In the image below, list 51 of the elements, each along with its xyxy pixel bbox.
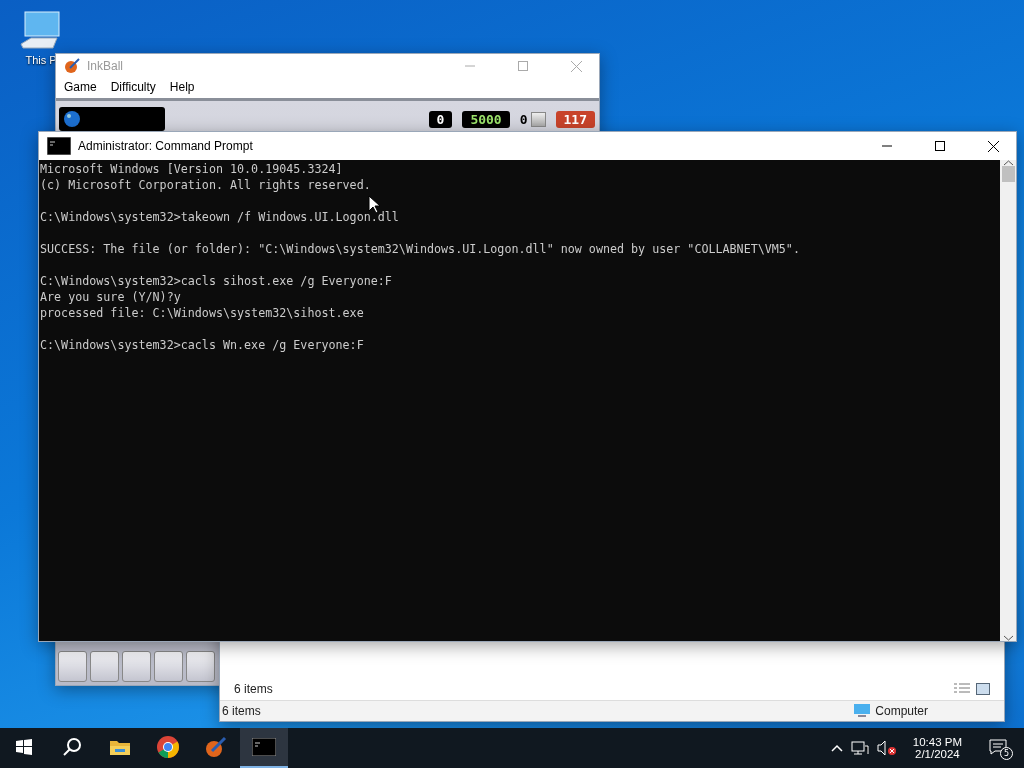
console-line: Microsoft Windows [Version 10.0.19045.3324] xyxy=(40,161,344,177)
scroll-up-icon[interactable] xyxy=(1003,160,1013,166)
game-tile xyxy=(58,651,87,682)
counter: 0 xyxy=(428,110,453,128)
game-tile xyxy=(90,651,119,682)
ball-and-pen-icon xyxy=(204,735,228,759)
console-line: processed file: C:\Windows\system32\sihost.exe xyxy=(40,305,365,321)
muted-speaker-icon[interactable] xyxy=(876,740,897,756)
search-icon[interactable] xyxy=(62,737,82,757)
menu-item[interactable]: Help xyxy=(169,80,195,94)
network-icon[interactable] xyxy=(850,740,869,756)
scroll-down-icon[interactable] xyxy=(1003,635,1013,641)
computer-icon[interactable] xyxy=(19,10,63,52)
console-line: C:\Windows\system32>cacls sihost.exe /g Everyone:F xyxy=(40,273,393,289)
counter: 0 xyxy=(519,111,528,127)
terminal-icon xyxy=(47,137,71,155)
location-text: Computer xyxy=(875,704,928,718)
window-title: InkBall xyxy=(87,59,125,73)
action-center-button[interactable]: 5 xyxy=(978,728,1018,768)
computer-icon xyxy=(853,704,872,718)
large-icons-view-icon[interactable] xyxy=(976,683,990,695)
console-line: SUCCESS: The file (or folder): "C:\Windows\system32\Windows.UI.Logon.dll" now owned by user "COLLABNET\VM5". xyxy=(40,241,801,257)
taskbar-app-button[interactable] xyxy=(240,728,288,768)
game-tile xyxy=(122,651,151,682)
ball-icon xyxy=(63,110,81,128)
folder-icon xyxy=(109,738,131,756)
windows-logo-icon[interactable] xyxy=(16,739,32,755)
tile-icon xyxy=(530,111,546,127)
window-title: Administrator: Command Prompt xyxy=(78,139,254,153)
menu-item[interactable]: Difficulty xyxy=(110,80,156,94)
console-line: C:\Windows\system32>takeown /f Windows.UI.Logon.dll xyxy=(40,209,400,225)
counter: 117 xyxy=(555,110,595,128)
clock[interactable]: 10:43 PM 2/1/2024 xyxy=(904,736,970,760)
item-count: 6 items xyxy=(234,682,273,696)
status-text: 6 items xyxy=(222,704,261,718)
terminal-icon xyxy=(252,738,276,756)
maximize-icon[interactable] xyxy=(935,141,945,151)
console-line: Are you sure (Y/N)?y xyxy=(40,289,182,305)
console-line: (c) Microsoft Corporation. All rights reserved. xyxy=(40,177,372,193)
chrome-icon xyxy=(156,735,180,759)
ball-and-pen-icon xyxy=(64,58,80,74)
game-tile xyxy=(154,651,183,682)
scrollbar-thumb[interactable] xyxy=(1001,166,1015,182)
notification-count: 5 xyxy=(1000,747,1013,760)
counter: 5000 xyxy=(462,110,510,128)
chevron-up-icon[interactable] xyxy=(830,744,843,752)
notification-icon[interactable] xyxy=(989,739,1007,755)
console-line: C:\Windows\system32>cacls Wn.exe /g Everyone:F xyxy=(40,337,365,353)
game-tile xyxy=(186,651,215,682)
menu-item[interactable]: Game xyxy=(64,80,97,94)
close-icon[interactable] xyxy=(987,140,999,152)
